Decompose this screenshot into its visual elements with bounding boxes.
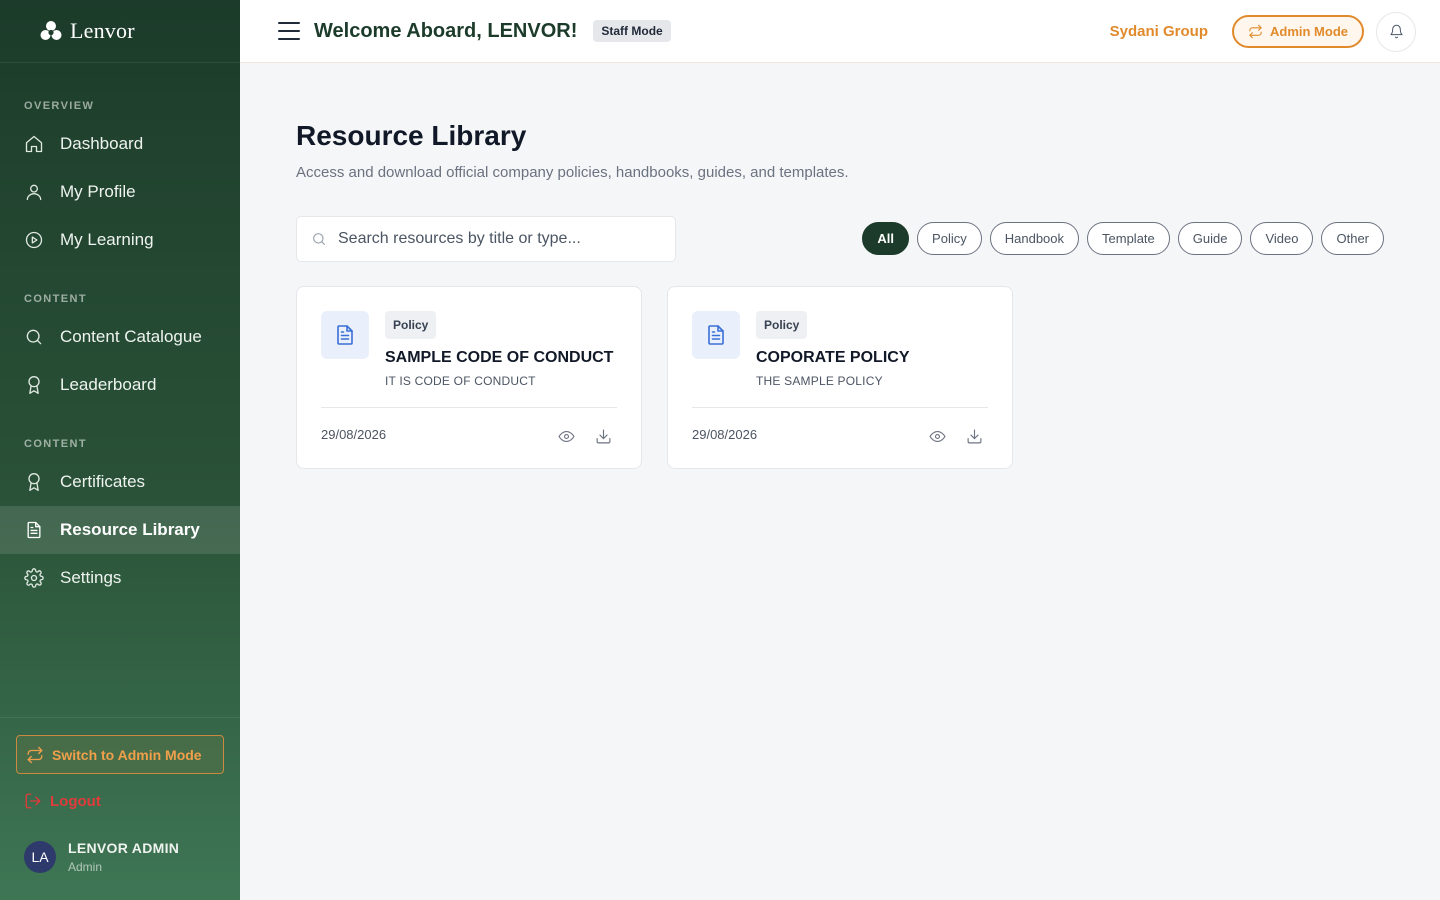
resource-description: THE SAMPLE POLICY — [756, 374, 883, 388]
nav-section-overview: OVERVIEW — [24, 100, 95, 112]
admin-mode-button[interactable]: Admin Mode — [1232, 15, 1364, 48]
sidebar-item-content-catalogue[interactable]: Content Catalogue — [0, 313, 240, 361]
avatar: LA — [24, 841, 56, 873]
resource-title: COPORATE POLICY — [756, 349, 910, 366]
bell-icon — [1389, 24, 1403, 39]
resource-date: 29/08/2026 — [692, 427, 758, 442]
resource-date: 29/08/2026 — [321, 427, 387, 442]
filter-chip-other[interactable]: Other — [1321, 222, 1384, 255]
search-box — [296, 216, 676, 262]
sidebar-item-label: Certificates — [60, 472, 146, 491]
sidebar-footer: Switch to Admin Mode Logout LA LENVOR AD… — [0, 717, 240, 900]
mode-badge: Staff Mode — [593, 20, 671, 42]
play-circle-icon — [25, 231, 43, 249]
award-icon — [28, 376, 40, 394]
download-icon — [967, 429, 981, 443]
notifications-button[interactable] — [1376, 11, 1416, 52]
document-icon — [27, 521, 41, 539]
eye-icon — [928, 430, 946, 442]
user-name: LENVOR ADMIN — [68, 840, 180, 856]
welcome-title: Welcome Aboard, LENVOR! — [314, 19, 578, 42]
sidebar-item-label: Settings — [60, 568, 122, 587]
sidebar-item-label: Resource Library — [60, 520, 200, 539]
card-divider — [321, 407, 617, 408]
sidebar: Lenvor OVERVIEW Dashboard My Profile My … — [0, 0, 240, 900]
resource-type-badge: Policy — [756, 311, 808, 339]
sidebar-item-certificates[interactable]: Certificates — [0, 458, 240, 506]
page-title: Resource Library — [296, 120, 527, 151]
resource-description: IT IS CODE OF CONDUCT — [385, 374, 536, 388]
download-button[interactable] — [963, 425, 985, 447]
logout-button[interactable]: Logout — [24, 792, 101, 810]
sidebar-item-my-learning[interactable]: My Learning — [0, 216, 240, 264]
filter-chip-video[interactable]: Video — [1250, 222, 1314, 255]
swap-icon — [27, 746, 43, 763]
view-button[interactable] — [926, 425, 948, 447]
filter-chip-all[interactable]: All — [862, 222, 910, 255]
brand-name: Lenvor — [70, 18, 135, 43]
resource-title: SAMPLE CODE OF CONDUCT — [385, 349, 614, 366]
filter-chip-guide[interactable]: Guide — [1177, 222, 1243, 255]
filter-chip-handbook[interactable]: Handbook — [989, 222, 1080, 255]
top-bar: Welcome Aboard, LENVOR! Staff Mode Sydan… — [240, 0, 1440, 63]
filter-chip-policy[interactable]: Policy — [917, 222, 982, 255]
sidebar-item-label: Content Catalogue — [60, 327, 202, 346]
lenvor-logo-icon — [40, 21, 62, 40]
card-divider — [692, 407, 988, 408]
download-icon — [596, 429, 610, 443]
page-subtitle: Access and download official company pol… — [296, 164, 849, 181]
nav-section-content: CONTENT — [24, 293, 87, 305]
user-role: Admin — [68, 860, 103, 874]
gear-icon — [24, 568, 44, 588]
award-icon — [28, 473, 40, 491]
sidebar-item-resource-library[interactable]: Resource Library — [0, 506, 240, 554]
download-button[interactable] — [592, 425, 614, 447]
eye-icon — [557, 430, 575, 442]
document-icon — [692, 311, 740, 359]
switch-to-admin-label: Switch to Admin Mode — [52, 746, 202, 763]
brand[interactable]: Lenvor — [0, 0, 240, 63]
hamburger-menu-icon[interactable] — [278, 22, 300, 40]
search-input[interactable] — [338, 230, 658, 248]
user-profile[interactable]: LA LENVOR ADMIN Admin — [24, 840, 179, 874]
switch-to-admin-button[interactable]: Switch to Admin Mode — [16, 735, 224, 774]
logout-icon — [25, 793, 41, 809]
view-button[interactable] — [555, 425, 577, 447]
search-icon — [313, 233, 325, 245]
user-icon — [26, 184, 42, 201]
filter-chip-template[interactable]: Template — [1087, 222, 1170, 255]
sidebar-item-my-profile[interactable]: My Profile — [0, 168, 240, 216]
logout-label: Logout — [50, 792, 101, 810]
filter-chips: All Policy Handbook Template Guide Video… — [854, 222, 1384, 255]
resource-type-badge: Policy — [385, 311, 437, 339]
home-icon — [25, 135, 43, 153]
swap-icon — [1249, 24, 1262, 39]
sidebar-item-label: Leaderboard — [60, 375, 157, 394]
resource-card[interactable]: Policy SAMPLE CODE OF CONDUCT IT IS CODE… — [296, 286, 642, 469]
nav-section-content-2: CONTENT — [24, 438, 87, 450]
sidebar-item-label: My Profile — [60, 182, 136, 201]
organization-name[interactable]: Sydani Group — [1110, 23, 1208, 40]
sidebar-item-leaderboard[interactable]: Leaderboard — [0, 361, 240, 409]
sidebar-item-label: My Learning — [60, 230, 154, 249]
sidebar-item-dashboard[interactable]: Dashboard — [0, 120, 240, 168]
search-icon — [26, 329, 42, 345]
admin-mode-label: Admin Mode — [1270, 24, 1348, 39]
sidebar-item-label: Dashboard — [60, 134, 144, 153]
document-icon — [321, 311, 369, 359]
sidebar-item-settings[interactable]: Settings — [0, 554, 240, 602]
resource-card[interactable]: Policy COPORATE POLICY THE SAMPLE POLICY… — [667, 286, 1013, 469]
